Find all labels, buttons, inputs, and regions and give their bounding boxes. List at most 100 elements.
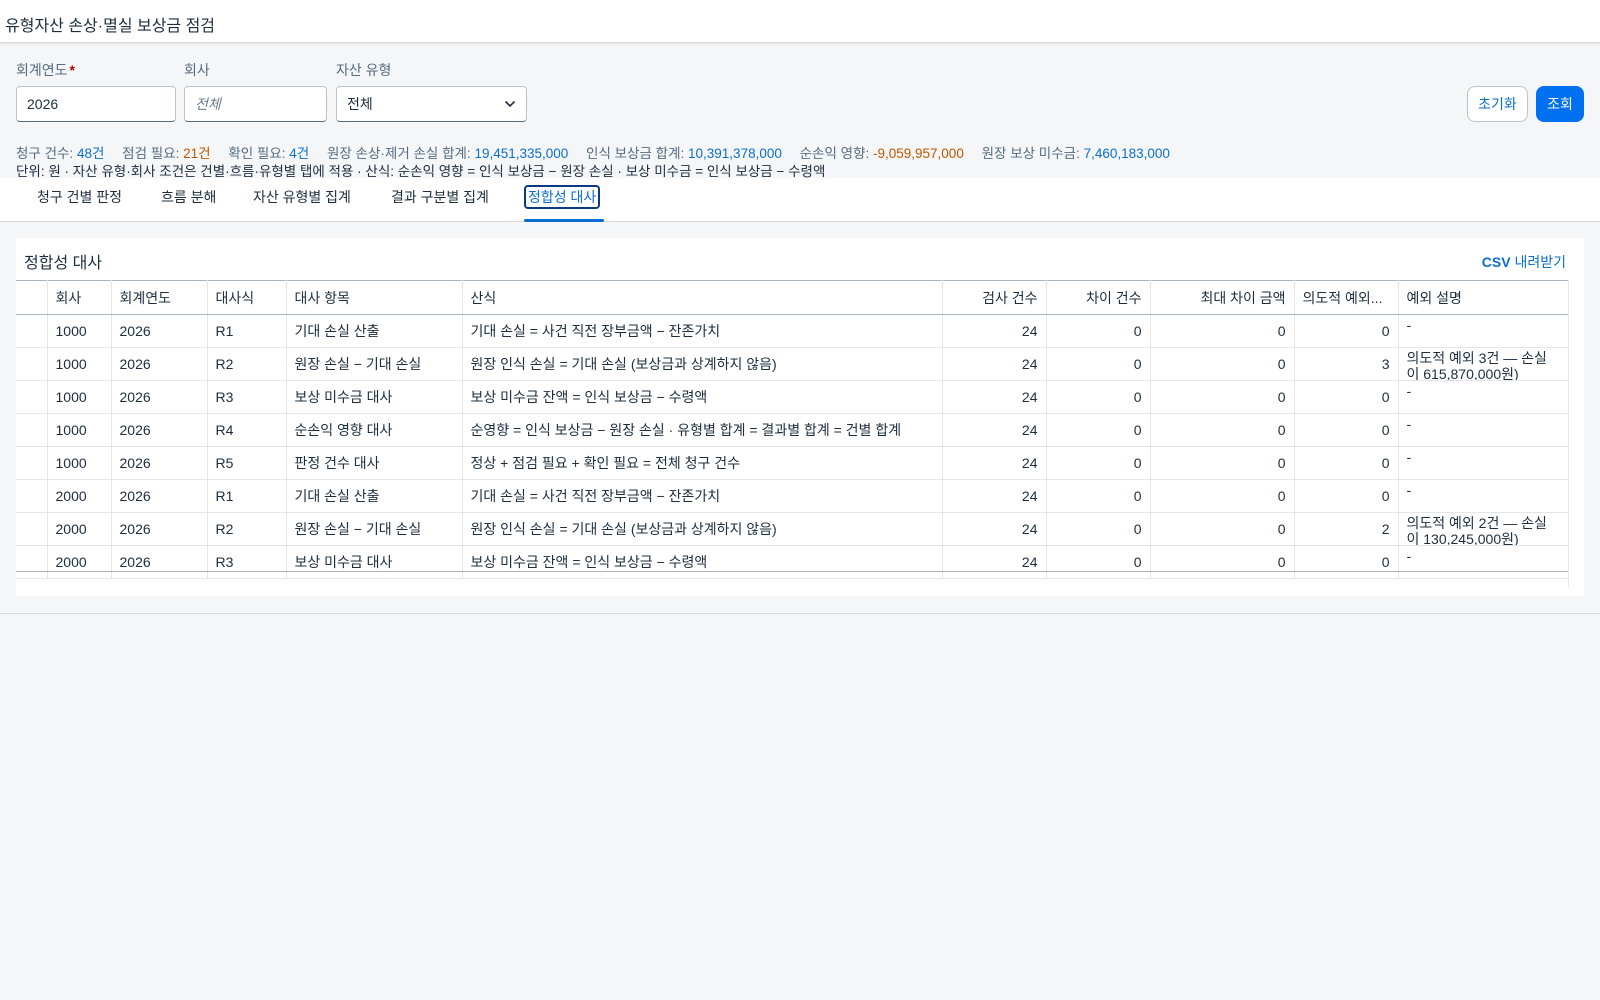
exception-desc-cell: - [1398, 413, 1569, 447]
company-cell: 1000 [47, 314, 112, 348]
asset-type-value: 전체 [347, 96, 373, 112]
col-header-fiscal-year[interactable]: 회계연도 [111, 280, 208, 315]
recognized-value: 10,391,378,000 [688, 146, 782, 161]
max-diff-cell: 0 [1150, 314, 1295, 348]
intentional-exception-cell: 0 [1294, 446, 1399, 480]
col-header-diff-count[interactable]: 차이 건수 [1046, 280, 1151, 315]
item-cell: 순손익 영향 대사 [286, 413, 463, 447]
company-cell: 1000 [47, 347, 112, 381]
tab-reconciliation[interactable]: 정합성 대사 [524, 185, 601, 209]
table-footer [16, 571, 1568, 587]
receivable-label: 원장 보상 미수금: [981, 146, 1080, 161]
max-diff-cell: 0 [1150, 380, 1295, 414]
tab-flow-breakdown[interactable]: 흐름 분해 [159, 186, 218, 208]
item-cell: 원장 손실 − 기대 손실 [286, 512, 463, 546]
row-select-cell [16, 512, 48, 546]
table-row[interactable]: 1000 2026 R1 기대 손실 산출 기대 손실 = 사건 직전 장부금액 − 잔… [16, 314, 1569, 348]
recognized-label: 인식 보상금 합계: [586, 146, 685, 161]
diff-count-cell: 0 [1046, 314, 1151, 348]
summary-line: 청구 건수: 48건 점검 필요: 21건 확인 필요: 4건 원장 손상·제거… [16, 142, 1170, 162]
row-select-cell [16, 446, 48, 480]
checked-count-cell: 24 [942, 512, 1047, 546]
formula-cell: 원장 인식 손실 = 기대 손실 (보상금과 상계하지 않음) [462, 512, 943, 546]
fiscal-year-cell: 2026 [111, 479, 208, 513]
vertical-scrollbar[interactable] [1568, 280, 1584, 587]
csv-label: 내려받기 [1514, 254, 1566, 270]
table-row[interactable]: 1000 2026 R2 원장 손실 − 기대 손실 원장 인식 손실 = 기대 손실 … [16, 347, 1569, 381]
rule-cell: R4 [207, 413, 287, 447]
diff-count-cell: 0 [1046, 479, 1151, 513]
exception-desc-text: - [1406, 482, 1412, 498]
fiscal-year-input[interactable]: 2026 [16, 86, 176, 122]
confirm-label: 확인 필요: [228, 146, 286, 161]
checked-count-cell: 24 [942, 314, 1047, 348]
tab-result-summary[interactable]: 결과 구분별 집계 [389, 186, 491, 208]
checked-count-cell: 24 [942, 413, 1047, 447]
col-header-company[interactable]: 회사 [47, 280, 112, 315]
fiscal-year-cell: 2026 [111, 347, 208, 381]
claims-label: 청구 건수: [16, 146, 74, 161]
col-header-checked-count[interactable]: 검사 건수 [942, 280, 1047, 315]
net-impact-value: -9,059,957,000 [873, 146, 964, 161]
col-header-intentional-exception[interactable]: 의도적 예외... [1294, 280, 1399, 315]
col-header-item[interactable]: 대사 항목 [286, 280, 463, 315]
exception-desc-cell: - [1398, 479, 1569, 513]
search-button[interactable]: 조회 [1536, 86, 1584, 122]
fiscal-year-label: 회계연도 * [16, 62, 75, 78]
asset-type-select[interactable]: 전체 [336, 86, 527, 122]
tab-claim-judgment[interactable]: 청구 건별 판정 [35, 186, 124, 208]
max-diff-cell: 0 [1150, 479, 1295, 513]
table-row[interactable]: 1000 2026 R4 순손익 영향 대사 순영향 = 인식 보상금 − 원장 손실 … [16, 413, 1569, 447]
rule-cell: R1 [207, 479, 287, 513]
company-cell: 2000 [47, 512, 112, 546]
exception-desc-text: - [1406, 317, 1412, 333]
rule-cell: R2 [207, 512, 287, 546]
page-title: 유형자산 손상·멸실 보상금 점검 [5, 18, 216, 35]
company-cell: 1000 [47, 413, 112, 447]
diff-count-cell: 0 [1046, 347, 1151, 381]
content-divider [0, 613, 1600, 614]
checked-count-cell: 24 [942, 380, 1047, 414]
confirm-value: 4건 [289, 146, 310, 161]
unit-note: 단위: 원 · 자산 유형·회사 조건은 건별·흐름·유형별 탭에 적용 · 산… [16, 164, 826, 179]
rule-cell: R5 [207, 446, 287, 480]
formula-cell: 기대 손실 = 사건 직전 장부금액 − 잔존가치 [462, 479, 943, 513]
formula-cell: 정상 + 점검 필요 + 확인 필요 = 전체 청구 건수 [462, 446, 943, 480]
net-impact-label: 순손익 영향: [799, 146, 870, 161]
ledger-loss-value: 19,451,335,000 [474, 146, 569, 161]
table-row[interactable]: 1000 2026 R5 판정 건수 대사 정상 + 점검 필요 + 확인 필요 = 전… [16, 446, 1569, 480]
max-diff-cell: 0 [1150, 347, 1295, 381]
exception-desc-text: - [1406, 416, 1412, 432]
item-cell: 판정 건수 대사 [286, 446, 463, 480]
reset-button[interactable]: 초기화 [1467, 86, 1528, 122]
max-diff-cell: 0 [1150, 446, 1295, 480]
intentional-exception-cell: 0 [1294, 380, 1399, 414]
table-row[interactable]: 2000 2026 R1 기대 손실 산출 기대 손실 = 사건 직전 장부금액 − 잔… [16, 479, 1569, 513]
rule-cell: R1 [207, 314, 287, 348]
ledger-loss-label: 원장 손상·제거 손실 합계: [326, 146, 471, 161]
asset-type-label: 자산 유형 [336, 62, 392, 78]
col-header-exception-desc[interactable]: 예외 설명 [1398, 280, 1569, 315]
max-diff-cell: 0 [1150, 512, 1295, 546]
exception-desc-text: - [1406, 449, 1412, 465]
tab-asset-type-summary[interactable]: 자산 유형별 집계 [251, 186, 353, 208]
review-value: 21건 [183, 146, 211, 161]
col-header-formula[interactable]: 산식 [462, 280, 943, 315]
item-cell: 보상 미수금 대사 [286, 380, 463, 414]
table-row[interactable]: 1000 2026 R3 보상 미수금 대사 보상 미수금 잔액 = 인식 보상금 − … [16, 380, 1569, 414]
active-tab-indicator [524, 219, 604, 222]
reconciliation-panel: 정합성 대사 CSV 내려받기 회사 회계연도 대사식 대사 항목 산식 검사 … [16, 238, 1584, 596]
checked-count-cell: 24 [942, 347, 1047, 381]
col-header-max-diff[interactable]: 최대 차이 금액 [1150, 280, 1295, 315]
review-label: 점검 필요: [122, 146, 180, 161]
table-row[interactable]: 2000 2026 R2 원장 손실 − 기대 손실 원장 인식 손실 = 기대 손실 … [16, 512, 1569, 546]
company-input[interactable]: 전체 [184, 86, 327, 122]
col-header-rule[interactable]: 대사식 [207, 280, 287, 315]
formula-cell: 원장 인식 손실 = 기대 손실 (보상금과 상계하지 않음) [462, 347, 943, 381]
max-diff-cell: 0 [1150, 413, 1295, 447]
item-cell: 기대 손실 산출 [286, 314, 463, 348]
fiscal-year-cell: 2026 [111, 512, 208, 546]
fiscal-year-cell: 2026 [111, 446, 208, 480]
col-header-select[interactable] [16, 280, 48, 315]
csv-download-button[interactable]: CSV 내려받기 [1482, 252, 1566, 272]
